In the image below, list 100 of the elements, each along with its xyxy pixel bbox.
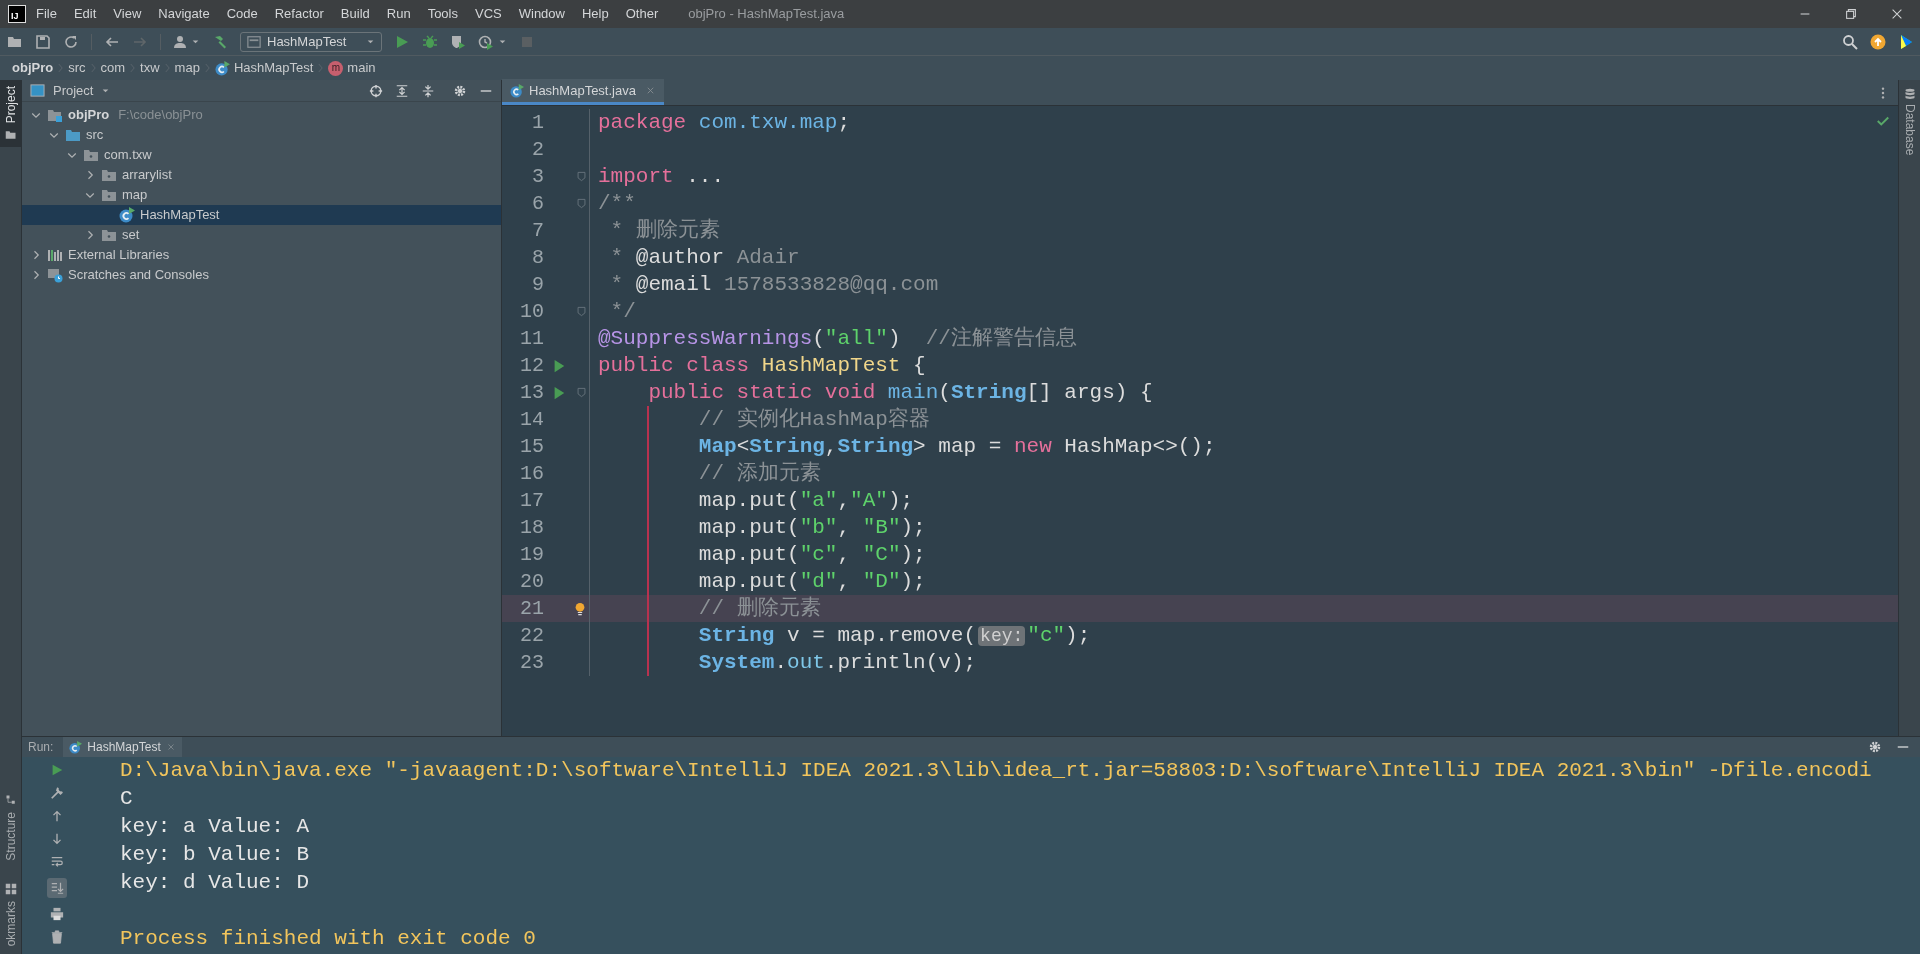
run-config-dropdown[interactable]: HashMapTest <box>240 31 383 52</box>
menu-item[interactable]: Run <box>386 4 411 24</box>
settings-icon[interactable] <box>1868 740 1882 754</box>
code-line: /** <box>598 190 636 217</box>
breadcrumb-item[interactable]: objPro <box>12 58 54 78</box>
coverage-icon[interactable] <box>450 33 467 50</box>
breadcrumb-item[interactable]: src <box>68 58 86 78</box>
class-icon <box>214 60 230 76</box>
expand-all-icon[interactable] <box>395 83 409 98</box>
tree-item[interactable]: map <box>22 185 501 205</box>
method-badge: m <box>328 60 344 76</box>
restore-icon[interactable] <box>1844 7 1858 21</box>
package-folder-icon <box>101 187 117 203</box>
tree-item[interactable]: HashMapTest <box>22 205 501 225</box>
menu-item[interactable]: Window <box>518 4 565 24</box>
menu-item[interactable]: Build <box>340 4 370 24</box>
trash-icon[interactable] <box>50 930 64 944</box>
tree-item[interactable]: arrarylist <box>22 165 501 185</box>
sync-icon[interactable] <box>63 33 79 50</box>
line-number: 10 <box>519 298 544 325</box>
menu-item[interactable]: View <box>113 4 142 24</box>
close-icon[interactable] <box>1890 7 1904 21</box>
breadcrumb-item[interactable]: map <box>174 58 200 78</box>
menu-item[interactable]: Edit <box>73 4 97 24</box>
print-icon[interactable] <box>50 907 64 921</box>
menu-item[interactable]: VCS <box>475 4 502 24</box>
code-line: System.out.println(v); <box>697 649 977 676</box>
console-exit-message: Process finished with exit code 0 <box>120 926 537 952</box>
debug-icon[interactable] <box>422 33 439 50</box>
run-gutter-icon[interactable] <box>552 358 566 373</box>
line-number: 13 <box>519 379 544 406</box>
line-number: 23 <box>519 649 544 676</box>
window-icon <box>247 34 261 49</box>
tree-item[interactable]: objPro F:\code\objPro <box>22 105 501 125</box>
folder-icon <box>4 129 17 142</box>
editor-tab[interactable]: HashMapTest.java <box>502 79 664 105</box>
menu-item[interactable]: Help <box>581 4 609 24</box>
tree-item[interactable]: set <box>22 225 501 245</box>
breadcrumb-item[interactable]: com <box>100 58 126 78</box>
breadcrumb-item[interactable]: HashMapTest <box>214 58 314 78</box>
line-number: 14 <box>519 406 544 433</box>
collapse-all-icon[interactable] <box>421 83 435 98</box>
up-arrow-icon[interactable] <box>50 809 64 823</box>
tree-item[interactable]: Scratches and Consoles <box>22 265 501 285</box>
menu-item[interactable]: Other <box>625 4 659 24</box>
line-number: 12 <box>519 352 544 379</box>
tool-window-tab[interactable]: Database <box>1900 88 1919 156</box>
line-number: 18 <box>519 514 544 541</box>
run-gutter-icon[interactable] <box>552 385 566 400</box>
menu-item[interactable]: Code <box>226 4 258 24</box>
tool-window-tab[interactable]: okmarks <box>0 876 21 952</box>
menu-item[interactable]: File <box>36 4 57 24</box>
breadcrumb-item[interactable]: m main <box>328 58 376 78</box>
fold-marker-icon[interactable] <box>576 306 587 317</box>
lightbulb-icon[interactable] <box>573 601 587 616</box>
tree-item[interactable]: External Libraries <box>22 245 501 265</box>
code-line: */ <box>609 298 636 325</box>
code-line: map.put("b", "B"); <box>697 514 926 541</box>
down-arrow-icon[interactable] <box>50 832 64 846</box>
menu-item[interactable]: Refactor <box>274 4 324 24</box>
locate-icon[interactable] <box>369 83 383 98</box>
rerun-icon[interactable] <box>50 763 64 777</box>
package-folder-icon <box>101 167 117 183</box>
inspection-check-icon[interactable] <box>1876 114 1890 128</box>
line-number: 21 <box>519 595 544 622</box>
code-line: // 删除元素 <box>697 595 821 622</box>
tree-item[interactable]: com.txw <box>22 145 501 165</box>
code-line: import ... <box>598 163 725 190</box>
profiler-icon[interactable] <box>478 33 495 50</box>
save-icon[interactable] <box>35 33 51 50</box>
update-icon[interactable] <box>1870 33 1886 50</box>
triangle-logo-icon[interactable] <box>1898 33 1914 50</box>
fold-marker-icon[interactable] <box>576 387 587 398</box>
line-number: 16 <box>519 460 544 487</box>
caret-icon[interactable] <box>101 86 111 95</box>
scroll-to-end-toggle[interactable] <box>47 878 67 898</box>
run-tab[interactable]: HashMapTest <box>63 737 182 757</box>
structure-icon <box>4 793 17 806</box>
code-line: public static void main(String[] args) { <box>647 379 1153 406</box>
user-icon[interactable] <box>173 33 189 50</box>
tool-window-tab[interactable]: Structure <box>0 787 21 867</box>
settings-icon[interactable] <box>453 83 467 98</box>
line-number: 17 <box>519 487 544 514</box>
breadcrumb-item[interactable]: txw <box>140 58 160 78</box>
code-line: * @author Adair <box>609 244 800 271</box>
line-number: 11 <box>519 325 544 352</box>
menu-item[interactable]: Tools <box>427 4 458 24</box>
tree-item[interactable]: src <box>22 125 501 145</box>
class-icon <box>69 740 83 754</box>
menu-item[interactable]: Navigate <box>158 4 210 24</box>
source-folder-icon <box>65 127 81 143</box>
panel-title-dropdown[interactable]: Project <box>53 80 94 101</box>
fold-marker-icon[interactable] <box>576 198 587 209</box>
search-icon[interactable] <box>1842 33 1858 50</box>
tool-window-tab[interactable]: Project <box>0 80 21 148</box>
caret-icon[interactable] <box>191 37 200 46</box>
code-line: @SuppressWarnings("all") //注解警告信息 <box>598 325 1077 352</box>
fold-marker-icon[interactable] <box>576 171 587 182</box>
soft-wrap-icon[interactable] <box>50 855 64 869</box>
caret-icon[interactable] <box>498 37 508 46</box>
